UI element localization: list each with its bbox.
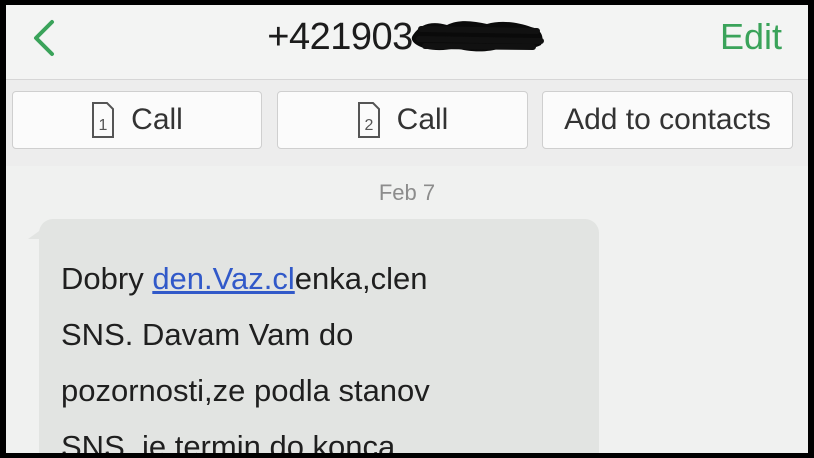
sim-2-icon: 2 [357,102,380,138]
call-sim2-button[interactable]: 2 Call [277,91,528,149]
contact-title: +421903 [6,15,808,59]
edit-button[interactable]: Edit [720,16,782,58]
call-sim2-label: Call [396,103,449,136]
phone-number: +421903 [267,16,413,58]
add-to-contacts-button[interactable]: Add to contacts [542,91,793,149]
call-sim1-button[interactable]: 1 Call [12,91,262,149]
message-link[interactable]: den.Vaz.cl [152,261,294,296]
sim-2-number: 2 [364,117,373,134]
call-sim1-label: Call [131,103,183,136]
message-date: Feb 7 [378,180,436,205]
messages-screen: +421903 Edit 1 Call 2 Call Add to contac… [6,5,808,453]
message-text: Dobry den.Vaz.clenka,clen SNS. Davam Vam… [61,251,581,453]
message-line: pozornosti,ze podla stanov [61,373,430,408]
sim-1-icon: 1 [92,102,115,138]
message-greeting: Dobry [61,261,153,296]
message-continuation: enka,clen [294,261,428,296]
message-line: Dobry den.Vaz.clenka,clen [61,251,581,307]
message-line: SNS. Davam Vam do [61,317,354,352]
message-line: SNS ,je termin do konca [61,429,396,453]
action-bar: 1 Call 2 Call Add to contacts [6,80,808,166]
navigation-bar: +421903 Edit [6,5,808,80]
redaction-scribble [411,15,547,55]
sim-1-number: 1 [99,117,108,134]
